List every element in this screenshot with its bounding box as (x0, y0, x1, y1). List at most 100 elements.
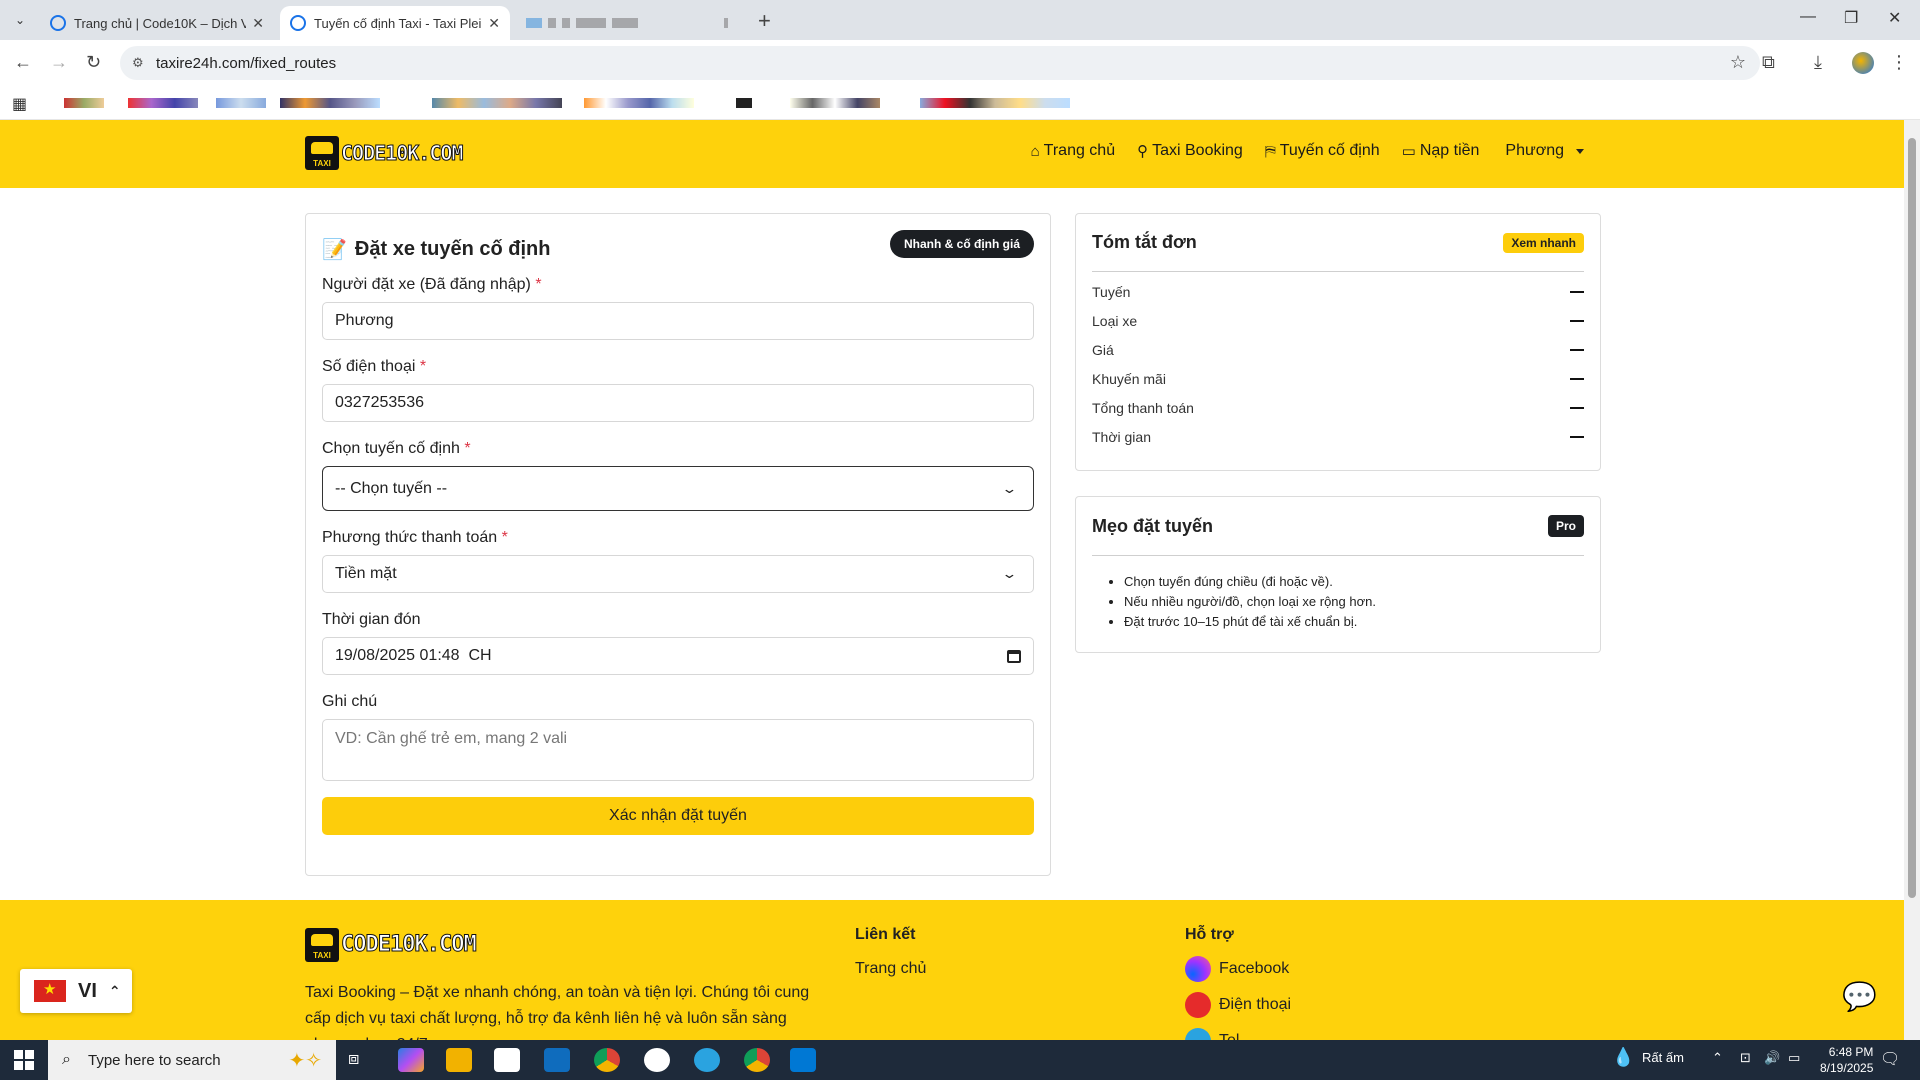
blurred-tab-content (526, 18, 728, 28)
list-item: Nếu nhiều người/đồ, chọn loại xe rộng hơ… (1124, 594, 1584, 609)
notification-icon[interactable]: 🗨 (1880, 1049, 1900, 1069)
user-name: Phương (1505, 142, 1564, 159)
outlook-icon[interactable] (544, 1048, 570, 1072)
language-switcher[interactable]: VI ⌃ (20, 969, 132, 1013)
nav-label: Tuyến cố định (1279, 142, 1380, 159)
nav-item-fixed-routes[interactable]: ⛿ Tuyến cố định (1265, 142, 1380, 160)
blurred-bookmark[interactable] (790, 98, 880, 108)
summary-row-total: Tổng thanh toán (1092, 398, 1584, 417)
scrollbar-thumb[interactable] (1908, 138, 1916, 898)
blurred-bookmark[interactable] (920, 98, 1070, 108)
nav-item-top-up[interactable]: ▭ Nạp tiền (1402, 142, 1480, 160)
footer-link-home[interactable]: Trang chủ (855, 960, 926, 978)
route-label: Chọn tuyến cố định * (322, 440, 471, 457)
vscode-icon[interactable] (790, 1048, 816, 1072)
profile-avatar[interactable] (1852, 52, 1874, 74)
volume-icon[interactable]: 🔊 (1764, 1050, 1780, 1066)
minimize-icon[interactable]: — (1800, 8, 1816, 26)
bookmark-star-icon[interactable]: ☆ (1730, 52, 1746, 73)
chat-bubble-icon[interactable]: 💬 (1842, 980, 1877, 1013)
payment-method-select[interactable]: Tiền mặt ⌄ (322, 555, 1034, 593)
copilot-icon[interactable] (398, 1048, 424, 1072)
bookmarks-bar: ▦ (0, 86, 1920, 120)
blurred-bookmark[interactable] (64, 98, 104, 108)
route-select[interactable]: -- Chọn tuyến -- ⌄ (322, 466, 1034, 511)
forward-arrow-icon[interactable]: → (50, 52, 68, 73)
note-textarea[interactable]: VD: Cần ghế trẻ em, mang 2 vali (322, 719, 1034, 781)
booking-form-card: 📝 Đặt xe tuyến cố định Nhanh & cố định g… (305, 213, 1051, 876)
back-arrow-icon[interactable]: ← (14, 52, 32, 73)
taskbar-search-box[interactable]: ⌕ Type here to search ✦✧ (48, 1040, 336, 1080)
route-tips-card: Mẹo đặt tuyến Pro Chọn tuyến đúng chiều … (1075, 496, 1601, 653)
support-phone-link[interactable]: Điện thoại (1185, 992, 1291, 1018)
new-tab-plus-icon[interactable]: + (758, 8, 771, 34)
messenger-app-icon[interactable] (644, 1048, 670, 1072)
tab-title: Trang chủ | Code10K – Dịch Vụ (74, 15, 247, 31)
restore-icon[interactable]: ❐ (1844, 8, 1858, 28)
pickup-time-input[interactable]: 19/08/2025 01:48 CH (322, 637, 1034, 675)
tab-search-chevron-icon[interactable]: ⌄ (10, 10, 30, 30)
address-bar[interactable]: ⚙ taxire24h.com/fixed_routes ☆ (120, 46, 1760, 80)
nav-item-home[interactable]: ⌂ Trang chủ (1031, 142, 1116, 160)
apps-grid-icon[interactable]: ▦ (12, 94, 27, 114)
download-icon[interactable]: ⤓ (1814, 52, 1822, 73)
signpost-icon: ⛿ (1264, 142, 1276, 160)
language-code: VI (78, 979, 97, 1002)
site-info-icon[interactable]: ⚙ (132, 55, 144, 71)
browser-tab-fixed-routes[interactable]: Tuyến cố định Taxi - Taxi Pleiku ✕ (280, 6, 510, 40)
blurred-bookmark[interactable] (128, 98, 198, 108)
blurred-bookmark[interactable] (736, 98, 752, 108)
browser-tab-blurred[interactable] (516, 6, 746, 40)
taxi-logo-icon: TAXI (305, 928, 339, 962)
booker-name-field[interactable]: Phương (322, 302, 1034, 340)
form-title-text: Đặt xe tuyến cố định (354, 237, 551, 260)
tray-chevron-icon[interactable]: ⌃ (1712, 1050, 1723, 1066)
taskbar-clock[interactable]: 6:48 PM 8/19/2025 (1820, 1044, 1873, 1076)
display-icon[interactable]: ▭ (1788, 1050, 1800, 1066)
reload-icon[interactable]: ↻ (86, 52, 101, 73)
chrome-active-icon[interactable] (744, 1048, 770, 1072)
summary-row-route: Tuyến (1092, 282, 1584, 301)
nav-item-taxi-booking[interactable]: ⚲ Taxi Booking (1137, 142, 1243, 160)
confirm-booking-button[interactable]: Xác nhận đặt tuyến (322, 797, 1034, 835)
weather-text[interactable]: Rất ấm (1642, 1050, 1684, 1065)
map-pin-icon: ⚲ (1137, 143, 1149, 160)
main-nav: ⌂ Trang chủ ⚲ Taxi Booking ⛿ Tuyến cố đị… (1031, 142, 1584, 160)
more-menu-icon[interactable]: ⋮ (1890, 52, 1908, 73)
chevron-down-icon: ⌄ (1001, 480, 1018, 496)
chevron-down-icon: ⌄ (1001, 566, 1018, 581)
user-menu-dropdown[interactable]: Phương (1505, 142, 1584, 160)
tab-title: Tuyến cố định Taxi - Taxi Pleiku (314, 15, 483, 31)
blurred-bookmark[interactable] (280, 98, 380, 108)
calendar-icon[interactable] (1007, 649, 1021, 663)
tab-favicon-icon (50, 15, 66, 31)
close-icon[interactable]: ✕ (488, 15, 500, 32)
network-icon[interactable]: ⊡ (1740, 1050, 1751, 1066)
store-icon[interactable] (494, 1048, 520, 1072)
task-view-icon[interactable]: ⧈ (348, 1048, 374, 1072)
tips-header: Mẹo đặt tuyến Pro (1092, 515, 1584, 556)
page-scrollbar[interactable] (1904, 120, 1920, 1040)
phone-field[interactable]: 0327253536 (322, 384, 1034, 422)
window-close-icon[interactable]: ✕ (1888, 8, 1901, 28)
blurred-bookmark[interactable] (432, 98, 562, 108)
chrome-icon[interactable] (594, 1048, 620, 1072)
footer-links-title: Liên kết (855, 926, 916, 943)
windows-start-icon[interactable] (14, 1050, 34, 1070)
blurred-bookmark[interactable] (584, 98, 694, 108)
blurred-bookmark[interactable] (216, 98, 266, 108)
browser-tab-home[interactable]: Trang chủ | Code10K – Dịch Vụ ✕ (40, 6, 274, 40)
list-item: Chọn tuyến đúng chiều (đi hoặc về). (1124, 574, 1584, 589)
taxi-logo-icon: TAXI (305, 136, 339, 170)
caret-down-icon (1576, 148, 1584, 154)
support-facebook-link[interactable]: Facebook (1185, 956, 1289, 982)
site-logo[interactable]: TAXI CODE10K.COM (305, 136, 464, 170)
summary-row-vehicle: Loại xe (1092, 311, 1584, 330)
memo-icon: 📝 (322, 238, 347, 261)
footer-logo[interactable]: TAXI CODE10K.COM (305, 928, 477, 962)
extensions-icon[interactable]: ⧉ (1762, 52, 1775, 73)
telegram-app-icon[interactable] (694, 1048, 720, 1072)
file-explorer-icon[interactable] (446, 1048, 472, 1072)
browser-toolbar: ← → ↻ ⚙ taxire24h.com/fixed_routes ☆ ⧉ ⤓… (0, 40, 1920, 86)
close-icon[interactable]: ✕ (252, 15, 264, 32)
